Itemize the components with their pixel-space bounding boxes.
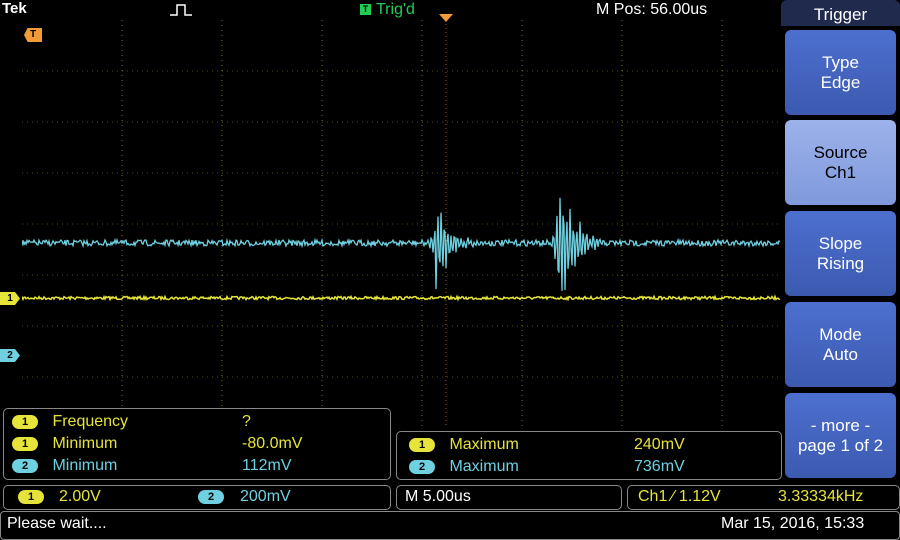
more-label: - more - xyxy=(810,415,871,435)
measurement-value: 736mV xyxy=(634,458,685,475)
measurement-label: Minimum xyxy=(52,435,118,452)
trigger-status-text: Trig'd xyxy=(376,1,415,18)
trigger-slope-button[interactable]: Slope Rising xyxy=(785,211,896,296)
measurement-label: Frequency xyxy=(52,413,129,430)
trigger-mode-label: Mode xyxy=(819,324,862,344)
ch1-scale[interactable]: 2.00V xyxy=(59,487,101,507)
horizontal-position: M Pos: 56.00us xyxy=(596,1,708,18)
ch1-waveform xyxy=(22,294,780,302)
ch2-badge: 2 xyxy=(12,459,38,473)
trigger-type-value: Edge xyxy=(820,72,861,92)
trigger-level-marker[interactable]: T xyxy=(24,28,42,42)
status-message: Please wait.... xyxy=(7,515,107,532)
trigger-side-menu: Trigger Type Edge Source Ch1 Slope Risin… xyxy=(781,0,900,478)
edge-trigger-icon xyxy=(170,4,192,16)
measurement-value: 112mV xyxy=(242,457,292,474)
trigger-status-badge: T xyxy=(360,4,371,15)
measurement-row: 1 Frequency xyxy=(12,412,128,432)
measurement-value: 240mV xyxy=(634,436,685,453)
more-button[interactable]: - more - page 1 of 2 xyxy=(785,393,896,478)
more-page: page 1 of 2 xyxy=(797,435,884,455)
ch2-badge: 2 xyxy=(198,490,224,504)
trigger-level[interactable]: Ch1 ∕ 1.12V xyxy=(638,487,721,507)
ch2-scale[interactable]: 200mV xyxy=(240,487,291,507)
trigger-slope-value: Rising xyxy=(816,253,865,273)
measurement-row: 1 Minimum xyxy=(12,434,117,454)
brand-logo: Tek xyxy=(2,0,27,17)
ch1-badge: 1 xyxy=(12,415,38,429)
trigger-type-label: Type xyxy=(822,52,859,72)
side-menu-title: Trigger xyxy=(781,0,900,26)
ch2-waveform xyxy=(22,197,780,291)
measurement-label: Maximum xyxy=(449,458,519,475)
measurement-value: ? xyxy=(242,413,251,430)
measurement-panel-left[interactable]: 1 Frequency ? 1 Minimum -80.0mV 2 Minimu… xyxy=(3,408,391,480)
ch1-badge: 1 xyxy=(18,490,44,504)
trigger-source-value: Ch1 xyxy=(824,162,857,182)
horizontal-scale[interactable]: M 5.00us xyxy=(405,487,471,507)
measurement-label: Minimum xyxy=(52,457,118,474)
date-time: Mar 15, 2016, 15:33 xyxy=(721,515,865,532)
measurement-value: -80.0mV xyxy=(242,435,303,452)
trigger-type-button[interactable]: Type Edge xyxy=(785,30,896,115)
trigger-source-label: Source xyxy=(813,142,868,162)
top-status-bar: Tek T Trig'd M Pos: 56.00us xyxy=(0,0,780,22)
trigger-readout[interactable]: Ch1 ∕ 1.12V 3.33334kHz xyxy=(627,485,900,510)
measurement-row: 2 Minimum xyxy=(12,456,117,476)
ch1-badge: 1 xyxy=(12,437,38,451)
trigger-slope-label: Slope xyxy=(818,233,863,253)
trigger-frequency: 3.33334kHz xyxy=(778,488,864,505)
trigger-source-button[interactable]: Source Ch1 xyxy=(785,120,896,205)
channel-scale-readout[interactable]: 1 2.00V 2 200mV xyxy=(3,485,391,510)
ch2-badge: 2 xyxy=(409,460,435,474)
measurement-row: 2 Maximum xyxy=(409,457,519,477)
measurement-label: Maximum xyxy=(449,436,519,453)
status-bar: Please wait.... Mar 15, 2016, 15:33 xyxy=(0,511,900,540)
trigger-status: T Trig'd xyxy=(360,1,415,19)
measurement-panel-right[interactable]: 1 Maximum 240mV 2 Maximum 736mV xyxy=(396,431,782,480)
trigger-mode-button[interactable]: Mode Auto xyxy=(785,302,896,387)
ch2-ground-marker[interactable]: 2 xyxy=(0,349,20,362)
measurement-row: 1 Maximum xyxy=(409,435,519,455)
trigger-mode-value: Auto xyxy=(823,344,858,364)
ch1-badge: 1 xyxy=(409,438,435,452)
horizontal-scale-readout[interactable]: M 5.00us xyxy=(396,485,622,510)
waveform-display[interactable] xyxy=(22,20,780,428)
ch1-ground-marker[interactable]: 1 xyxy=(0,292,20,305)
